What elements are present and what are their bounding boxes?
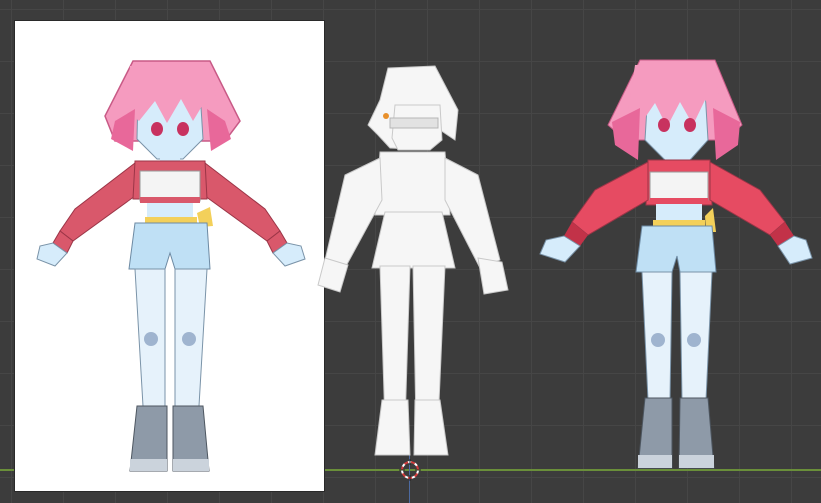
character-textured-mesh[interactable] (0, 0, 821, 503)
